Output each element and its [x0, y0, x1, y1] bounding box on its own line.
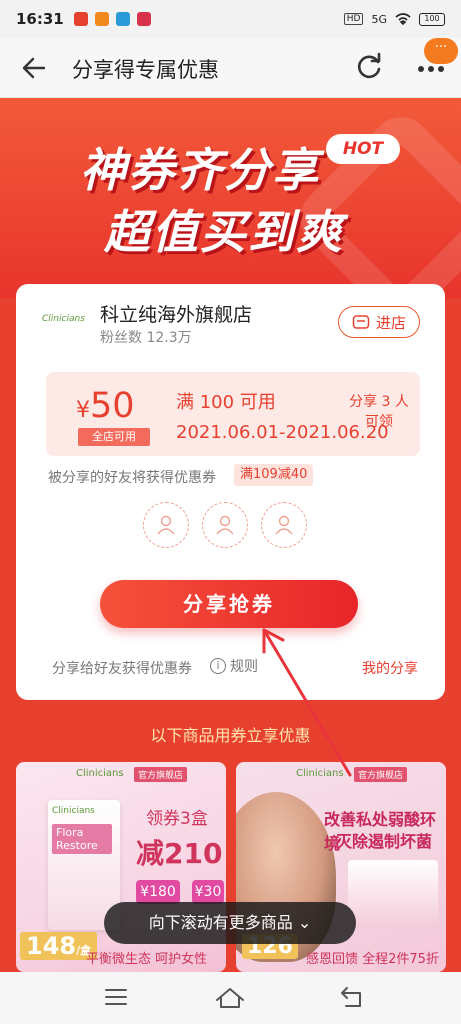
page-title: 分享得专属优惠 — [72, 58, 219, 82]
status-bar: 16:31 HD 5G 100 — [0, 0, 461, 38]
hero-headline-1: 神券齐分享 — [80, 143, 320, 197]
product-price-tag-b: ¥30 — [192, 880, 224, 904]
status-time: 16:31 — [16, 10, 64, 28]
menu-badge[interactable]: ··· — [424, 38, 458, 64]
hero-headline-2: 超值买到爽 — [104, 205, 344, 259]
recent-apps-icon[interactable] — [104, 986, 128, 1008]
system-nav-bar — [0, 972, 461, 1024]
store-icon — [352, 315, 370, 329]
hero-banner: 神券齐分享 HOT 超值买到爽 — [0, 98, 461, 298]
product-promo-amount: 减210 — [136, 837, 223, 870]
annotation-arrow-icon — [262, 628, 352, 777]
scroll-more-toast[interactable]: 向下滚动有更多商品 ⌄ — [104, 902, 356, 944]
user-placeholder-icon — [157, 515, 175, 535]
friend-avatar-slot-1 — [143, 502, 189, 548]
home-icon[interactable] — [214, 984, 246, 1010]
product-brand-tag: 官方旗舰店 — [134, 767, 188, 782]
coupon-amount: ¥50 — [76, 386, 135, 426]
coupon-share-requirement: 分享 3 人可领 — [349, 394, 409, 430]
friend-reward-text: 被分享的好友将获得优惠券 — [48, 470, 216, 486]
more-dots-icon[interactable] — [414, 62, 448, 76]
store-fans-count: 粉丝数 12.3万 — [100, 330, 192, 346]
refresh-icon[interactable] — [354, 52, 384, 82]
hot-badge: HOT — [326, 134, 400, 164]
product-box-brand: Clinicians — [52, 806, 95, 816]
weibo-notification-icon — [73, 12, 88, 26]
signal-icon: 5G — [371, 12, 387, 26]
store-logo: Clinicians — [42, 314, 85, 324]
coupon-ticket: ¥50 全店可用 满 100 可用 2021.06.01-2021.06.20 … — [46, 372, 420, 456]
share-hint-text: 分享给好友获得优惠券 — [52, 661, 192, 677]
taobao-notification-icon — [94, 12, 109, 26]
friend-reward-tag: 满109减40 — [234, 464, 314, 486]
product-promo-line-1: 领券3盒 — [146, 809, 208, 829]
enter-store-label: 进店 — [375, 313, 406, 332]
product-price-value: 148 — [26, 932, 77, 960]
product-image — [348, 860, 438, 928]
product-box-name: Flora Restore — [52, 824, 112, 854]
product-brand-tag: 官方旗舰店 — [354, 767, 408, 782]
user-placeholder-icon — [216, 515, 234, 535]
navbar: 分享得专属优惠 ··· — [0, 38, 461, 98]
wifi-icon — [395, 13, 411, 25]
info-icon: i — [210, 658, 226, 674]
enter-store-button[interactable]: 进店 — [338, 306, 420, 338]
coupon-currency: ¥ — [76, 398, 90, 423]
product-headline-2: 灭除遏制坏菌 — [336, 832, 433, 851]
app-notification-icon — [136, 12, 151, 26]
coupon-scope-badge: 全店可用 — [78, 428, 150, 446]
hd-icon: HD — [343, 13, 364, 25]
status-right: HD 5G 100 — [343, 12, 445, 26]
battery-icon: 100 — [419, 12, 445, 26]
store-name: 科立纯海外旗舰店 — [100, 304, 253, 326]
coupon-condition: 满 100 可用 — [176, 392, 276, 413]
my-share-link[interactable]: 我的分享 — [362, 658, 418, 678]
product-price-tag-a: ¥180 — [136, 880, 180, 904]
telegram-notification-icon — [115, 12, 130, 26]
coupon-card: Clinicians 科立纯海外旗舰店 粉丝数 12.3万 进店 ¥50 全店可… — [16, 284, 445, 700]
product-slogan: 平衡微生态 呵护女性 — [86, 952, 208, 967]
back-arrow-icon[interactable] — [20, 54, 48, 82]
friend-avatar-slot-3 — [261, 502, 307, 548]
coupon-value: 50 — [90, 386, 135, 426]
system-back-icon[interactable] — [338, 984, 366, 1010]
user-placeholder-icon — [275, 515, 293, 535]
product-brand: Clinicians — [76, 768, 124, 779]
friend-avatar-slot-2 — [202, 502, 248, 548]
products-section-title: 以下商品用券立享优惠 — [150, 726, 311, 745]
product-slogan: 感恩回馈 全程2件75折 — [306, 952, 439, 967]
